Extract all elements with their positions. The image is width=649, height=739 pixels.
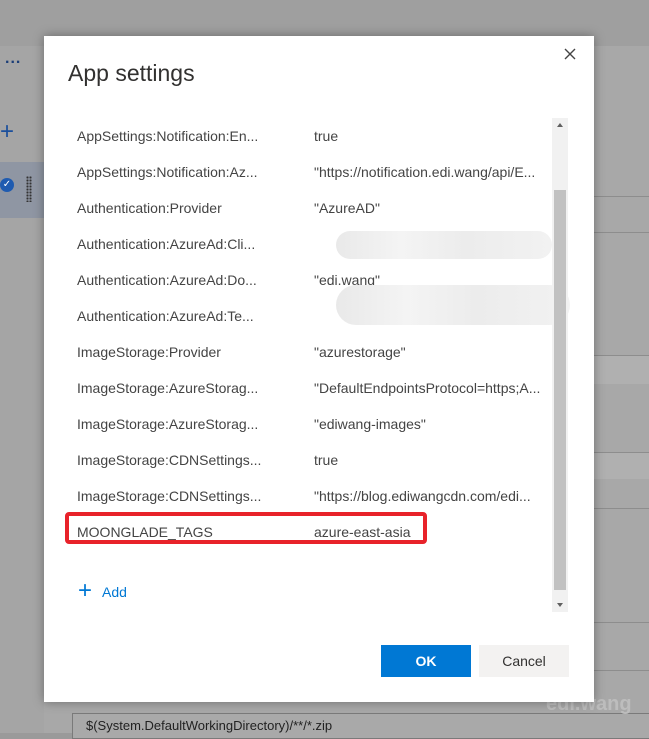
setting-row[interactable]: ImageStorage:AzureStorag... "ediwang-ima… (68, 406, 552, 442)
setting-row[interactable]: ImageStorage:AzureStorag... "DefaultEndp… (68, 370, 552, 406)
setting-value: "azurestorage" (314, 344, 406, 360)
background-divider (594, 508, 649, 509)
background-path-text: $(System.DefaultWorkingDirectory)/**/*.z… (86, 718, 333, 733)
add-label: Add (102, 584, 127, 600)
more-options-icon: ... (5, 50, 22, 67)
setting-row[interactable]: Authentication:Provider "AzureAD" (68, 190, 552, 226)
setting-name: Authentication:AzureAd:Te... (77, 308, 254, 324)
close-icon (564, 48, 576, 60)
background-divider (594, 232, 649, 233)
setting-value: "https://notification.edi.wang/api/E... (314, 164, 536, 180)
checkmark-icon: ✓ (0, 178, 14, 192)
setting-value: "DefaultEndpointsProtocol=https;A... (314, 380, 541, 396)
setting-name: ImageStorage:CDNSettings... (77, 488, 262, 504)
vertical-scrollbar[interactable] (552, 118, 568, 612)
drag-handle-icon (26, 176, 32, 202)
highlight-box (65, 512, 427, 544)
background-band (594, 355, 649, 384)
plus-icon: + (78, 577, 93, 604)
setting-row[interactable]: AppSettings:Notification:En... true (68, 118, 552, 154)
setting-name: AppSettings:Notification:Az... (77, 164, 258, 180)
cancel-button[interactable]: Cancel (479, 645, 569, 677)
ok-button[interactable]: OK (381, 645, 471, 677)
setting-value: "https://blog.ediwangcdn.com/edi... (314, 488, 531, 504)
setting-name: ImageStorage:CDNSettings... (77, 452, 262, 468)
setting-value: "ediwang-images" (314, 416, 426, 432)
setting-row[interactable]: ImageStorage:CDNSettings... true (68, 442, 552, 478)
setting-name: ImageStorage:AzureStorag... (77, 380, 259, 396)
setting-name: ImageStorage:AzureStorag... (77, 416, 259, 432)
app-settings-dialog: App settings AppSettings:Notification:En… (44, 36, 594, 702)
scroll-down-arrow-icon[interactable] (552, 598, 568, 612)
scrollbar-thumb[interactable] (554, 190, 566, 590)
setting-name: Authentication:AzureAd:Cli... (77, 236, 256, 252)
setting-row[interactable]: ImageStorage:Provider "azurestorage" (68, 334, 552, 370)
background-divider (594, 670, 649, 671)
background-left-pane (0, 46, 44, 733)
setting-name: ImageStorage:Provider (77, 344, 221, 360)
setting-row[interactable]: AppSettings:Notification:Az... "https://… (68, 154, 552, 190)
dialog-title: App settings (68, 60, 195, 86)
setting-name: AppSettings:Notification:En... (77, 128, 259, 144)
close-button[interactable] (560, 44, 580, 64)
redacted-value (336, 231, 552, 259)
setting-row[interactable]: ImageStorage:CDNSettings... "https://blo… (68, 478, 552, 514)
background-divider (594, 196, 649, 197)
background-divider (594, 622, 649, 623)
setting-name: Authentication:Provider (77, 200, 222, 216)
setting-name: Authentication:AzureAd:Do... (77, 272, 257, 288)
setting-value: true (314, 128, 339, 144)
setting-value: "AzureAD" (314, 200, 380, 216)
redacted-value (336, 285, 570, 325)
background-add-icon: + (0, 118, 15, 145)
setting-value: true (314, 452, 339, 468)
background-band (594, 452, 649, 479)
scroll-up-arrow-icon[interactable] (552, 118, 568, 132)
